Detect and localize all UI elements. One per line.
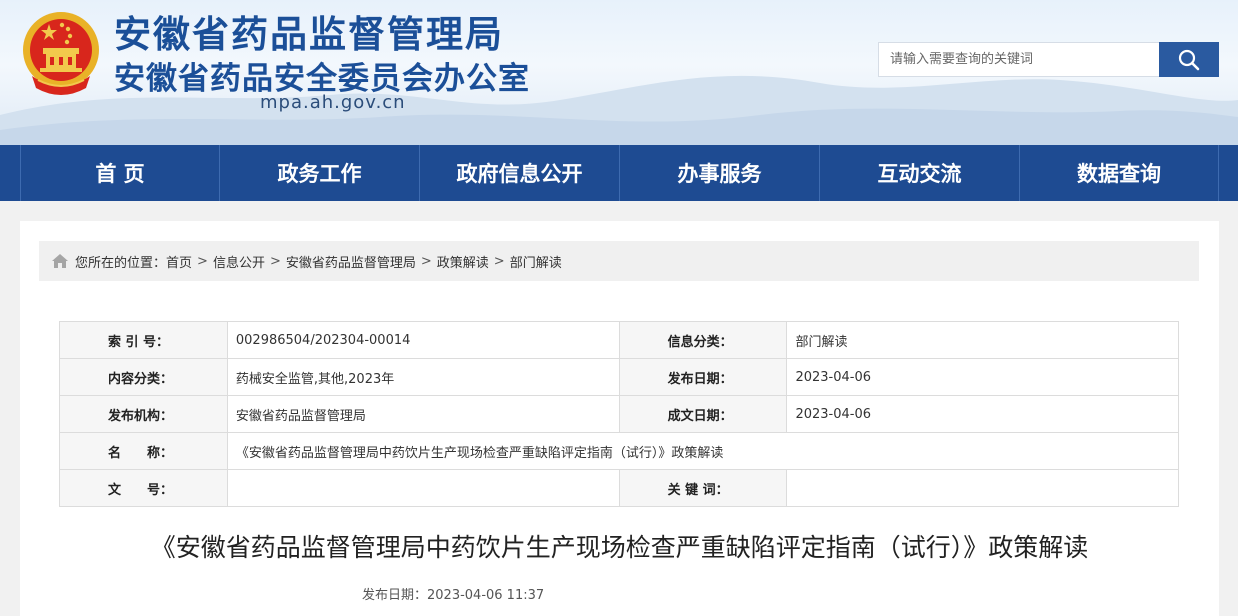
- category-value: 部门解读: [786, 321, 1179, 359]
- main-nav: 首 页 政务工作 政府信息公开 办事服务 互动交流 数据查询: [0, 145, 1238, 201]
- keywords-value: [786, 469, 1179, 507]
- nav-item-info-disclosure[interactable]: 政府信息公开: [420, 145, 620, 201]
- breadcrumb-prefix: 您所在的位置：: [75, 255, 167, 271]
- table-row: 发布机构： 安徽省药品监督管理局 成文日期： 2023-04-06: [59, 395, 1179, 433]
- site-title: 安徽省药品监督管理局: [114, 13, 504, 56]
- breadcrumb-separator: >: [493, 253, 505, 269]
- breadcrumb: 您所在的位置： 首页 > 信息公开 > 安徽省药品监督管理局 > 政策解读 > …: [39, 241, 1199, 281]
- info-table: 索 引 号： 002986504/202304-00014 信息分类： 部门解读…: [59, 321, 1180, 507]
- breadcrumb-item-home[interactable]: 首页: [166, 252, 192, 271]
- table-row: 文 号： 关 键 词：: [59, 469, 1179, 507]
- article-publish-time: 发布日期：2023-04-06 11:37: [362, 588, 545, 603]
- content-panel: 您所在的位置： 首页 > 信息公开 > 安徽省药品监督管理局 > 政策解读 > …: [20, 221, 1219, 616]
- publish-date-label: 发布日期：: [618, 358, 788, 396]
- index-label: 索 引 号：: [59, 321, 228, 359]
- keywords-label: 关 键 词：: [618, 469, 788, 507]
- publish-date-value: 2023-04-06: [786, 358, 1179, 396]
- article-title: 《安徽省药品监督管理局中药饮片生产现场检查严重缺陷评定指南（试行）》政策解读: [150, 533, 1089, 562]
- nav-item-interaction[interactable]: 互动交流: [820, 145, 1020, 201]
- created-date-value: 2023-04-06: [786, 395, 1179, 433]
- breadcrumb-separator: >: [197, 253, 208, 269]
- breadcrumb-separator: >: [420, 253, 432, 269]
- nav-item-home[interactable]: 首 页: [20, 145, 220, 201]
- breadcrumb-item-policy[interactable]: 政策解读: [437, 252, 489, 271]
- nav-item-data-query[interactable]: 数据查询: [1020, 145, 1219, 201]
- nav-item-government-work[interactable]: 政务工作: [220, 145, 420, 201]
- table-row: 内容分类： 药械安全监管,其他,2023年 发布日期： 2023-04-06: [59, 358, 1179, 396]
- doc-no-value: [226, 469, 620, 507]
- search-button[interactable]: [1159, 42, 1219, 77]
- content-type-value: 药械安全监管,其他,2023年: [226, 358, 620, 396]
- table-row: 索 引 号： 002986504/202304-00014 信息分类： 部门解读: [59, 321, 1179, 359]
- breadcrumb-item-bureau[interactable]: 安徽省药品监督管理局: [286, 252, 416, 271]
- site-domain: mpa.ah.gov.cn: [260, 92, 406, 113]
- search-input[interactable]: [879, 43, 1159, 76]
- breadcrumb-separator: >: [269, 253, 281, 269]
- national-emblem-icon: [23, 12, 99, 95]
- search-box: [878, 42, 1160, 77]
- breadcrumb-item-info[interactable]: 信息公开: [213, 252, 265, 271]
- search-icon: [1178, 49, 1200, 70]
- content-type-label: 内容分类：: [59, 358, 228, 396]
- index-value: 002986504/202304-00014: [226, 321, 620, 359]
- doc-no-label: 文 号：: [59, 469, 228, 507]
- name-value: 《安徽省药品监督管理局中药饮片生产现场检查严重缺陷评定指南（试行）》政策解读: [226, 432, 1180, 470]
- created-date-label: 成文日期：: [618, 395, 788, 433]
- table-row: 名 称： 《安徽省药品监督管理局中药饮片生产现场检查严重缺陷评定指南（试行）》政…: [59, 432, 1180, 470]
- nav-item-services[interactable]: 办事服务: [620, 145, 820, 201]
- publisher-label: 发布机构：: [59, 395, 228, 433]
- home-icon: [51, 253, 69, 269]
- category-label: 信息分类：: [618, 321, 788, 359]
- breadcrumb-item-dept[interactable]: 部门解读: [510, 252, 562, 271]
- name-label: 名 称：: [59, 432, 228, 470]
- site-header: 安徽省药品监督管理局 安徽省药品安全委员会办公室 mpa.ah.gov.cn: [0, 0, 1238, 145]
- publisher-value: 安徽省药品监督管理局: [226, 395, 620, 433]
